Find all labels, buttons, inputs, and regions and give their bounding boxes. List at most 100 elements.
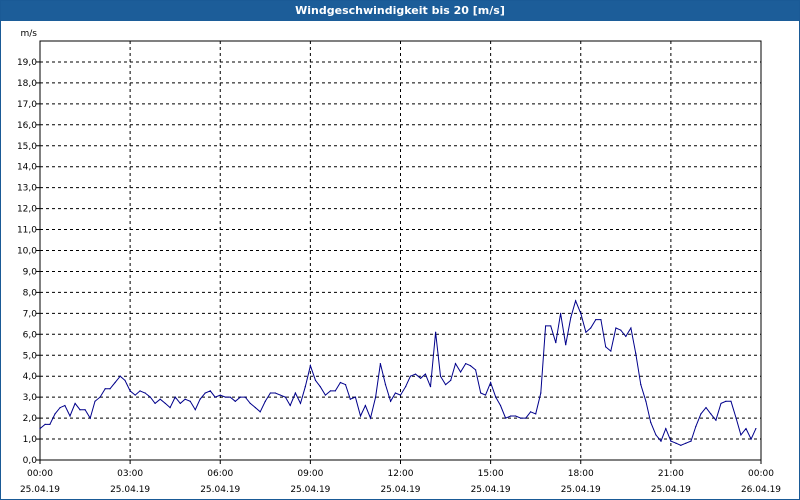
y-tick-label: 8,0 — [23, 288, 38, 298]
data-point — [114, 381, 116, 384]
data-point — [389, 400, 392, 402]
y-tick-label: 0,0 — [23, 456, 38, 466]
x-tick-date-label: 25.04.19 — [200, 485, 240, 495]
data-point — [289, 404, 291, 407]
data-point — [465, 363, 467, 365]
chart-window: Windgeschwindigkeit bis 20 [m/s] 0,0 1,0 2… — [0, 0, 800, 500]
y-tick-label: 1,0 — [23, 435, 38, 445]
y-tick-label: 18,0 — [17, 79, 37, 89]
data-point — [755, 427, 757, 430]
data-point — [349, 398, 351, 400]
x-tick-date-label: 25.04.19 — [110, 485, 150, 495]
data-point — [680, 444, 682, 446]
data-point — [314, 379, 317, 381]
data-point — [570, 316, 572, 319]
data-point — [655, 434, 657, 436]
data-point — [444, 383, 447, 386]
data-point — [450, 379, 452, 381]
x-tick-date-label: 26.04.19 — [741, 485, 781, 495]
data-point — [284, 396, 287, 398]
data-point — [79, 409, 81, 411]
data-point — [184, 398, 186, 400]
x-tick-date-label: 25.04.19 — [380, 485, 420, 495]
data-point — [299, 402, 302, 405]
data-point — [670, 440, 672, 442]
data-point — [630, 327, 632, 329]
x-tick-time-label: 06:00 — [207, 469, 233, 479]
data-point — [745, 427, 747, 430]
data-point — [159, 398, 161, 400]
data-point — [720, 402, 722, 405]
y-tick-label: 17,0 — [17, 100, 37, 110]
data-point — [675, 442, 677, 444]
data-point — [640, 383, 642, 386]
x-tick-time-label: 18:00 — [568, 469, 594, 479]
data-point — [435, 331, 437, 333]
data-point — [454, 363, 457, 365]
data-point — [144, 392, 146, 394]
data-point — [374, 396, 377, 398]
data-point — [505, 417, 507, 419]
data-point — [264, 400, 266, 402]
y-tick-label: 5,0 — [23, 351, 38, 361]
data-point — [89, 417, 91, 419]
data-point — [274, 392, 276, 394]
x-tick-date-label: 25.04.19 — [290, 485, 330, 495]
data-point — [565, 344, 567, 346]
data-point — [189, 400, 191, 402]
window-title: Windgeschwindigkeit bis 20 [m/s] — [1, 1, 799, 21]
data-point — [279, 394, 281, 396]
data-point — [625, 335, 627, 337]
x-tick-time-label: 03:00 — [117, 469, 143, 479]
data-point — [254, 407, 256, 409]
data-point — [249, 402, 251, 405]
data-point — [69, 415, 71, 417]
data-point — [535, 413, 537, 415]
data-point — [484, 394, 487, 396]
data-point — [269, 392, 272, 394]
x-tick-date-label: 25.04.19 — [20, 485, 60, 495]
data-point — [555, 342, 557, 344]
data-point — [229, 396, 231, 398]
data-point — [499, 404, 502, 407]
data-point — [610, 350, 612, 352]
data-point — [665, 427, 667, 430]
data-point — [39, 427, 41, 430]
data-point — [514, 415, 517, 417]
data-point — [439, 375, 442, 377]
data-point — [339, 381, 342, 384]
data-point — [214, 396, 216, 398]
y-tick-label: 9,0 — [23, 267, 38, 277]
data-point — [224, 396, 226, 398]
y-tick-label: 6,0 — [23, 330, 38, 340]
data-point — [429, 386, 432, 388]
data-point — [605, 346, 607, 348]
data-point — [154, 402, 156, 405]
data-point — [59, 407, 61, 409]
y-tick-label: 13,0 — [17, 184, 37, 194]
data-point — [575, 300, 577, 302]
data-point — [74, 402, 76, 405]
data-point — [615, 327, 617, 329]
x-tick-time-label: 15:00 — [478, 469, 504, 479]
x-tick-date-label: 25.04.19 — [471, 485, 511, 495]
data-point — [94, 400, 96, 402]
data-point — [334, 390, 336, 392]
data-point — [369, 417, 372, 419]
data-point — [635, 352, 637, 354]
data-point — [244, 396, 246, 398]
data-point — [480, 392, 482, 394]
data-point — [194, 409, 196, 411]
data-point — [394, 392, 396, 394]
data-point — [650, 421, 652, 423]
x-tick-time-label: 12:00 — [388, 469, 414, 479]
data-point — [149, 396, 151, 398]
data-point — [715, 419, 717, 421]
data-point — [730, 400, 732, 402]
data-point — [740, 434, 742, 436]
x-tick-date-label: 25.04.19 — [561, 485, 601, 495]
data-point — [384, 383, 387, 386]
data-point — [49, 423, 51, 425]
data-point — [685, 442, 687, 444]
data-point — [174, 396, 176, 398]
